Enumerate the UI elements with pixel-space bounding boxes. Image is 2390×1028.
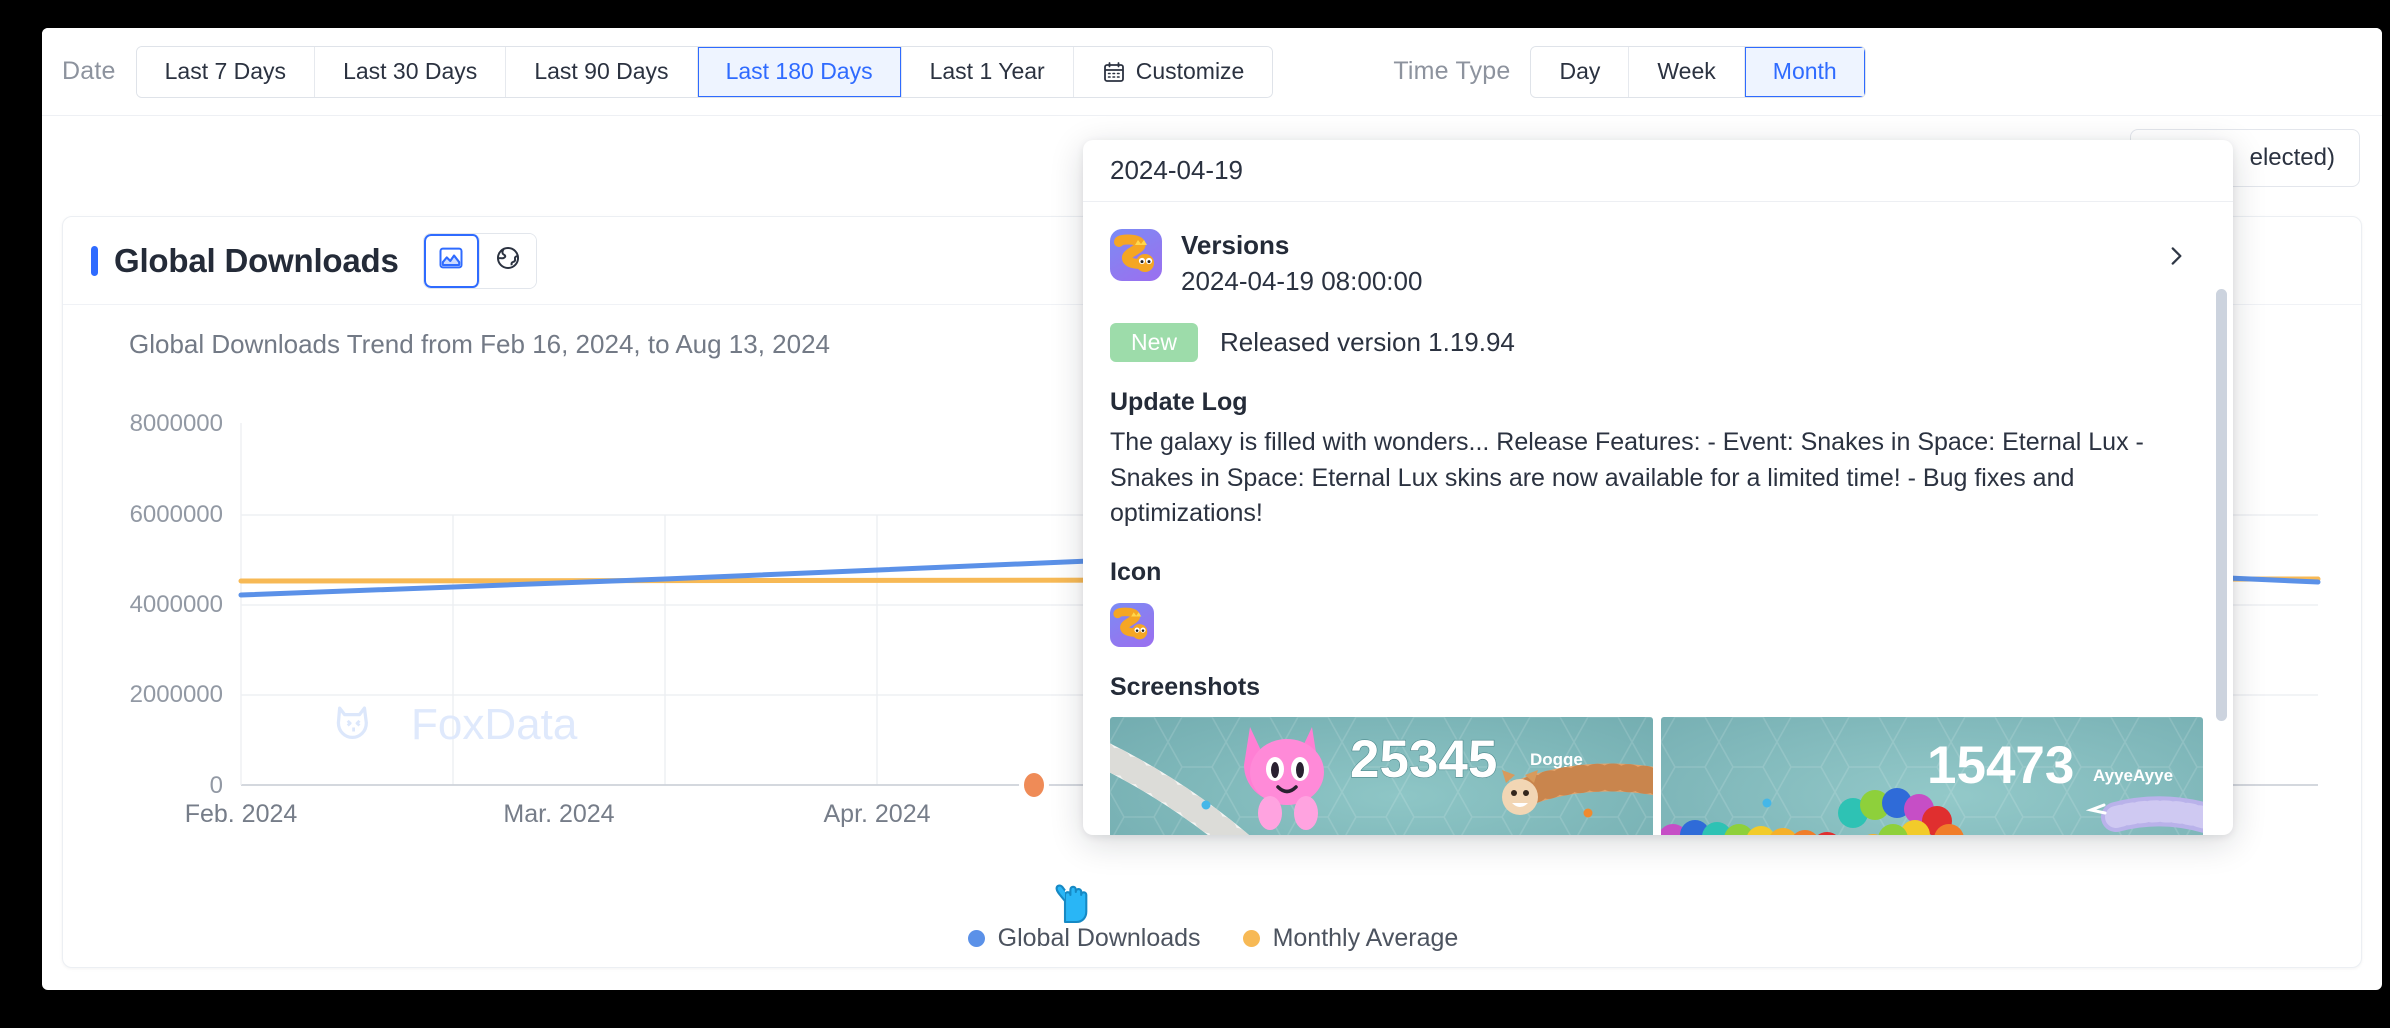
date-option-last-180-days[interactable]: Last 180 Days	[697, 46, 902, 97]
screenshot-score: 25345	[1350, 730, 1497, 789]
version-detail-popup: 2024-04-19 Versions 2024-04-19 08:00:00	[1083, 140, 2233, 835]
time-type-label: Time Type	[1393, 57, 1511, 85]
chart-subtitle: Global Downloads Trend from Feb 16, 2024…	[129, 329, 831, 359]
icon-section-title: Icon	[1110, 557, 1162, 586]
date-option-label: Last 1 Year	[929, 58, 1045, 84]
page-title: Global Downloads	[114, 241, 399, 279]
time-type-option-label: Day	[1559, 58, 1601, 84]
time-type-option-week[interactable]: Week	[1629, 46, 1745, 97]
legend-dot-icon	[1242, 930, 1260, 947]
screenshot-thumbnail[interactable]: 15473 AyyeAyye	[1660, 716, 2203, 835]
time-type-option-month[interactable]: Month	[1744, 46, 1865, 97]
update-log-title: Update Log	[1110, 388, 1248, 416]
app-icon	[1110, 229, 1162, 281]
legend-item-monthly-average[interactable]: Monthly Average	[1242, 924, 1459, 953]
chart-legend: Global Downloads Monthly Average	[63, 924, 2361, 953]
filter-bar: Date Last 7 Days Last 30 Days Last 90 Da…	[42, 28, 2382, 116]
time-type-segmented-control: Day Week Month	[1530, 45, 1866, 98]
screenshots-title: Screenshots	[1110, 672, 1261, 701]
update-log-text: The galaxy is filled with wonders... Rel…	[1110, 428, 2144, 527]
svg-text:FoxData: FoxData	[411, 700, 578, 749]
popup-scrollbar[interactable]	[2216, 289, 2227, 721]
svg-text:4000000: 4000000	[130, 591, 223, 618]
selection-summary-text: elected)	[2249, 144, 2335, 171]
date-option-last-7-days[interactable]: Last 7 Days	[136, 46, 316, 97]
date-option-customize[interactable]: Customize	[1073, 46, 1273, 97]
svg-text:2000000: 2000000	[130, 681, 223, 708]
svg-text:Apr. 2024: Apr. 2024	[823, 800, 930, 828]
title-accent-bar	[91, 245, 98, 276]
date-option-last-90-days[interactable]: Last 90 Days	[506, 46, 698, 97]
chevron-right-icon[interactable]	[2163, 243, 2189, 274]
date-option-last-30-days[interactable]: Last 30 Days	[315, 46, 507, 97]
time-type-option-label: Month	[1772, 58, 1837, 84]
versions-row[interactable]: Versions 2024-04-19 08:00:00	[1110, 229, 2203, 297]
foxdata-watermark: FoxData	[336, 700, 578, 749]
date-option-label: Customize	[1135, 58, 1245, 84]
y-axis-labels: 8000000 6000000 4000000 2000000 0	[130, 410, 223, 799]
svg-text:Mar. 2024: Mar. 2024	[503, 800, 614, 828]
view-mode-toggle	[422, 232, 537, 289]
date-option-label: Last 180 Days	[725, 58, 873, 84]
app-icon-thumbnail	[1110, 602, 1154, 647]
svg-text:8000000: 8000000	[130, 410, 223, 437]
status-badge: New	[1110, 323, 1199, 362]
release-version-text: Released version 1.19.94	[1220, 327, 1515, 357]
date-filter-label: Date	[62, 57, 116, 85]
versions-title: Versions	[1181, 230, 1290, 260]
popup-header: 2024-04-19	[1083, 140, 2233, 202]
date-option-last-1-year[interactable]: Last 1 Year	[901, 46, 1074, 97]
svg-text:6000000: 6000000	[130, 501, 223, 528]
date-option-label: Last 90 Days	[534, 58, 669, 84]
release-row: New Released version 1.19.94	[1110, 323, 2203, 362]
svg-text:0: 0	[210, 772, 223, 799]
calendar-icon	[1102, 60, 1126, 84]
date-option-label: Last 30 Days	[343, 58, 478, 84]
screenshot-thumbnail[interactable]: 25345 Dogge	[1110, 716, 1653, 835]
legend-dot-icon	[967, 930, 985, 947]
svg-text:AyyeAyye: AyyeAyye	[2093, 766, 2173, 785]
time-type-option-label: Week	[1657, 58, 1716, 84]
popup-body: Versions 2024-04-19 08:00:00 New Release…	[1083, 203, 2233, 835]
svg-text:Feb. 2024: Feb. 2024	[185, 800, 298, 828]
versions-timestamp: 2024-04-19 08:00:00	[1181, 266, 1423, 296]
legend-label: Monthly Average	[1272, 924, 1459, 952]
date-range-segmented-control: Last 7 Days Last 30 Days Last 90 Days La…	[135, 45, 1274, 98]
area-chart-icon	[437, 244, 465, 277]
screenshot-score: 15473	[1927, 736, 2074, 795]
popup-date: 2024-04-19	[1110, 155, 1243, 185]
view-mode-chart-button[interactable]	[423, 233, 480, 288]
version-marker-hovered	[1019, 770, 1049, 800]
view-mode-map-button[interactable]	[479, 233, 536, 288]
globe-icon	[494, 244, 522, 277]
screenshots-gallery: 25345 Dogge 15473 AyyeAyye	[1110, 716, 2203, 835]
date-option-label: Last 7 Days	[164, 58, 287, 84]
legend-label: Global Downloads	[997, 924, 1201, 952]
time-type-option-day[interactable]: Day	[1531, 46, 1630, 97]
legend-item-global-downloads[interactable]: Global Downloads	[967, 924, 1201, 953]
